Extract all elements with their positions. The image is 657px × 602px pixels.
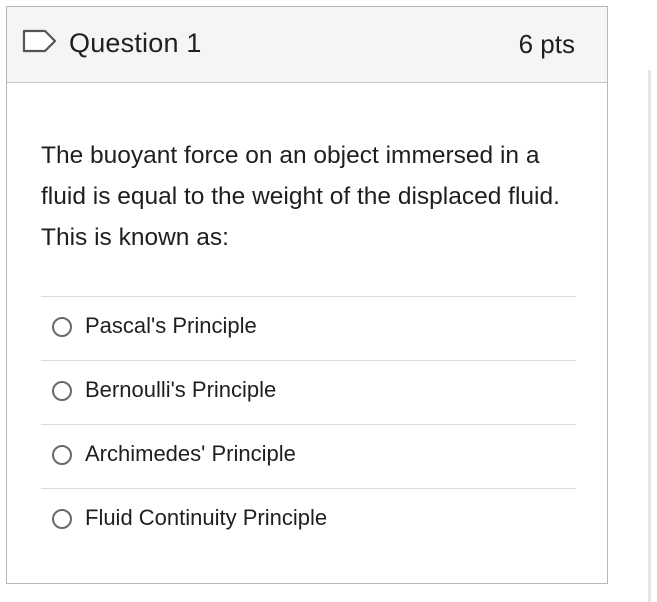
- question-text: The buoyant force on an object immersed …: [41, 142, 560, 251]
- radio-button[interactable]: [52, 445, 72, 465]
- answer-option-fluid-continuity[interactable]: Fluid Continuity Principle: [41, 488, 576, 552]
- flag-icon[interactable]: [21, 29, 59, 53]
- answer-label: Pascal's Principle: [85, 313, 257, 338]
- question-points: 6 pts: [518, 29, 575, 59]
- answer-option-bernoulli[interactable]: Bernoulli's Principle: [41, 360, 576, 424]
- question-title: Question 1: [69, 28, 202, 58]
- radio-button[interactable]: [52, 381, 72, 401]
- answer-label: Fluid Continuity Principle: [85, 505, 328, 530]
- answer-option-archimedes[interactable]: Archimedes' Principle: [41, 424, 576, 488]
- answer-label: Bernoulli's Principle: [85, 377, 277, 402]
- scrollbar[interactable]: [648, 70, 651, 602]
- answer-label: Archimedes' Principle: [85, 441, 296, 466]
- radio-button[interactable]: [52, 317, 72, 337]
- answer-option-pascal[interactable]: Pascal's Principle: [41, 296, 576, 360]
- question-header: Question 1 6 pts: [7, 7, 607, 83]
- quiz-page: Question 1 6 pts The buoyant force on an…: [0, 0, 657, 602]
- question-card: Question 1 6 pts The buoyant force on an…: [6, 6, 608, 584]
- radio-button[interactable]: [52, 509, 72, 529]
- answer-list: Pascal's Principle Bernoulli's Principle…: [41, 296, 576, 552]
